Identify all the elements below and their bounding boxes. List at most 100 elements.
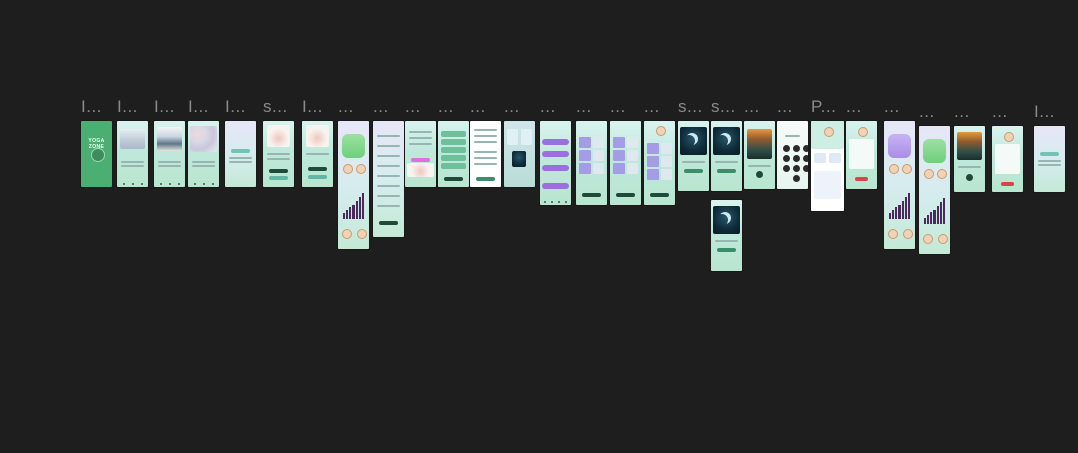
frame-mode-select[interactable]: ...: [504, 97, 535, 187]
frame-label[interactable]: ...: [744, 97, 760, 117]
night-mode-card: [512, 151, 526, 167]
frame-profile[interactable]: P...: [811, 97, 844, 211]
input-line: [376, 175, 401, 177]
frame-passcode[interactable]: ...: [777, 97, 808, 189]
frame-label[interactable]: ...: [504, 97, 520, 117]
screen-preview: [954, 126, 985, 192]
primary-button: [410, 158, 431, 162]
frame-label[interactable]: ...: [954, 102, 970, 122]
text-line: [120, 165, 145, 167]
avatar: [938, 234, 949, 244]
frame-splash[interactable]: I... YOGA ZONE: [81, 97, 112, 187]
keypad: [783, 145, 808, 182]
screen-preview: [678, 121, 709, 191]
frame-player[interactable]: ...: [744, 97, 775, 189]
frame-stats[interactable]: ...: [338, 97, 369, 249]
frame-label[interactable]: I...: [225, 97, 246, 117]
text-line: [191, 165, 216, 167]
frame-label[interactable]: ...: [576, 97, 592, 117]
text-line: [228, 157, 253, 159]
frame-label[interactable]: I...: [81, 97, 102, 117]
text-line: [266, 153, 291, 155]
avatar: [889, 164, 900, 174]
frame-label[interactable]: s...: [711, 97, 736, 117]
frame-onboarding-3[interactable]: I...: [188, 97, 219, 187]
frame-label[interactable]: s...: [678, 97, 703, 117]
frame-sleep-2[interactable]: s...: [711, 97, 742, 191]
input-line: [376, 205, 401, 207]
frame-label[interactable]: ...: [338, 97, 354, 117]
frame-poses-2[interactable]: ...: [610, 97, 641, 205]
frame-label[interactable]: ...: [373, 97, 389, 117]
frame-purple-menu[interactable]: ...: [540, 97, 571, 205]
frame-final[interactable]: I...: [1034, 102, 1065, 192]
frame-label[interactable]: I...: [117, 97, 138, 117]
frame-welcome[interactable]: I...: [225, 97, 256, 187]
list-item: [441, 147, 466, 153]
page-dots: [156, 183, 183, 185]
frame-label[interactable]: I...: [154, 97, 175, 117]
frame-label[interactable]: ...: [438, 97, 454, 117]
design-canvas[interactable]: I... YOGA ZONE I... I... I... I... s... …: [0, 0, 1078, 453]
frame-login[interactable]: I...: [302, 97, 333, 187]
screen-preview: [576, 121, 607, 205]
text-line: [120, 161, 145, 163]
mode-card: [521, 129, 532, 145]
avatar: [357, 229, 368, 239]
frame-signup[interactable]: s...: [263, 97, 294, 187]
frame-label[interactable]: I...: [188, 97, 209, 117]
frame-stats-3[interactable]: ...: [919, 102, 950, 254]
text-line: [305, 153, 330, 155]
frame-onboarding-1[interactable]: I...: [117, 97, 148, 187]
screen-preview: [188, 121, 219, 187]
list-item: [441, 131, 466, 137]
list-item: [441, 163, 466, 169]
progress-chart: [343, 193, 364, 219]
frame-label[interactable]: ...: [919, 102, 935, 122]
list-item: [441, 139, 466, 145]
screen-preview: [438, 121, 469, 187]
pose-grid: [613, 137, 638, 174]
frame-list[interactable]: ...: [438, 97, 469, 187]
frame-details[interactable]: ...: [470, 97, 501, 187]
logout-button: [855, 177, 868, 181]
frame-pink-cta[interactable]: ...: [405, 97, 436, 187]
frame-label[interactable]: ...: [644, 97, 660, 117]
summary-card: [342, 134, 365, 158]
screen-preview: [117, 121, 148, 187]
frame-label[interactable]: ...: [610, 97, 626, 117]
moon-icon: [719, 133, 731, 145]
frame-label[interactable]: s...: [263, 97, 288, 117]
frame-label[interactable]: ...: [846, 97, 862, 117]
frame-poses-3[interactable]: ...: [644, 97, 675, 205]
frame-onboarding-2[interactable]: I...: [154, 97, 185, 187]
screen-preview: [919, 126, 950, 254]
frame-label[interactable]: ...: [884, 97, 900, 117]
frame-label[interactable]: I...: [1034, 102, 1055, 122]
frame-sleep-1[interactable]: s...: [678, 97, 709, 191]
progress-chart: [924, 198, 945, 224]
frame-account[interactable]: ...: [846, 97, 877, 189]
frame-label[interactable]: I...: [302, 97, 323, 117]
frame-label[interactable]: ...: [540, 97, 556, 117]
avatar: [936, 169, 947, 179]
frame-label[interactable]: P...: [811, 97, 836, 117]
frame-label[interactable]: ...: [470, 97, 486, 117]
summary-card: [888, 134, 911, 158]
frame-sleep-3[interactable]: [711, 200, 742, 271]
frame-label[interactable]: ...: [777, 97, 793, 117]
frame-poses-1[interactable]: ...: [576, 97, 607, 205]
frame-stats-2[interactable]: ...: [884, 97, 915, 249]
frame-account-2[interactable]: ...: [992, 102, 1023, 192]
frame-player-2[interactable]: ...: [954, 102, 985, 192]
frame-label[interactable]: ...: [992, 102, 1008, 122]
screen-preview: [154, 121, 185, 187]
screen-preview: [846, 121, 877, 189]
avatar: [341, 229, 352, 239]
frame-form[interactable]: ...: [373, 97, 404, 237]
input-line: [376, 145, 401, 147]
input-line: [376, 155, 401, 157]
pause-button: [966, 174, 973, 181]
frame-label[interactable]: ...: [405, 97, 421, 117]
menu-button: [542, 183, 569, 189]
